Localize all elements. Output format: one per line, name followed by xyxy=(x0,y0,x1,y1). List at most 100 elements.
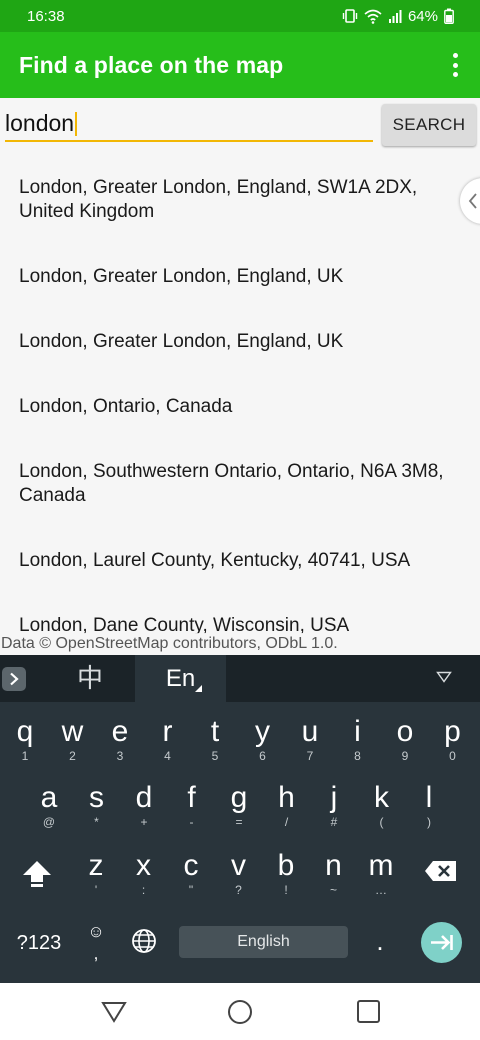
search-row: SEARCH xyxy=(0,98,480,156)
key-r[interactable]: r4 xyxy=(145,711,191,771)
emoji-key[interactable]: ☺ , xyxy=(82,921,110,965)
key-v[interactable]: v? xyxy=(216,845,262,905)
enter-key[interactable] xyxy=(421,922,462,963)
key-label: n xyxy=(325,849,342,882)
list-item[interactable]: London, Greater London, England, SW1A 2D… xyxy=(19,176,449,224)
key-t[interactable]: t5 xyxy=(192,711,238,771)
symbols-key[interactable]: ?123 xyxy=(12,925,66,961)
search-input[interactable] xyxy=(5,106,373,142)
key-label: b xyxy=(277,849,295,882)
chevron-left-icon xyxy=(468,193,477,209)
key-w[interactable]: w2 xyxy=(50,711,96,771)
key-sublabel: 8 xyxy=(354,749,361,763)
key-sublabel: " xyxy=(188,883,194,897)
list-item[interactable]: London, Laurel County, Kentucky, 40741, … xyxy=(19,549,449,573)
key-label: a xyxy=(40,781,58,814)
key-sublabel: : xyxy=(141,883,146,897)
key-sublabel: 4 xyxy=(164,749,171,763)
shift-key[interactable] xyxy=(20,858,56,894)
nav-back-button[interactable] xyxy=(101,1000,127,1024)
period-key[interactable]: . xyxy=(366,923,394,959)
key-sublabel: / xyxy=(284,815,289,829)
language-chinese-tab[interactable]: 中 xyxy=(66,655,114,702)
key-label: z xyxy=(88,849,104,882)
key-m[interactable]: m… xyxy=(358,845,404,905)
key-sublabel: 3 xyxy=(116,749,124,763)
key-p[interactable]: p0 xyxy=(430,711,476,771)
key-n[interactable]: n ~ xyxy=(311,845,357,905)
key-q[interactable]: q1 xyxy=(2,711,48,771)
back-triangle-icon xyxy=(101,1002,127,1023)
nav-home-button[interactable] xyxy=(228,1000,252,1024)
enter-arrow-icon xyxy=(431,935,453,950)
key-a[interactable]: a @ xyxy=(26,777,72,837)
list-item[interactable]: London, Southwestern Ontario, Ontario, N… xyxy=(19,460,449,508)
language-key[interactable] xyxy=(131,928,157,954)
key-d[interactable]: d + xyxy=(121,777,167,837)
list-item[interactable]: London, Dane County, Wisconsin, USA xyxy=(19,614,449,634)
key-sublabel: ) xyxy=(427,815,431,829)
key-label: t xyxy=(210,715,220,748)
list-item[interactable]: London, Ontario, Canada xyxy=(19,395,449,419)
key-label: m xyxy=(368,849,394,882)
language-english-tab[interactable]: En xyxy=(135,655,226,702)
key-sublabel: - xyxy=(189,815,194,829)
key-b[interactable]: b! xyxy=(263,845,309,905)
text-caret xyxy=(75,112,77,136)
key-h[interactable]: h / xyxy=(264,777,310,837)
nav-recents-button[interactable] xyxy=(357,1000,380,1023)
key-sublabel: ( xyxy=(379,815,384,829)
list-item[interactable]: London, Greater London, England, UK xyxy=(19,265,449,289)
key-label: o xyxy=(396,715,414,748)
key-sublabel: 7 xyxy=(306,749,314,763)
key-sublabel: 6 xyxy=(259,749,266,763)
key-label: c xyxy=(183,849,199,882)
overflow-menu-icon[interactable] xyxy=(448,53,462,77)
wifi-icon xyxy=(364,9,382,24)
key-y[interactable]: y6 xyxy=(240,711,286,771)
key-sublabel: * xyxy=(94,815,99,829)
key-o[interactable]: o9 xyxy=(382,711,428,771)
screen: 16:38 64% Find a place on the map london… xyxy=(0,0,480,1040)
backspace-key[interactable] xyxy=(424,859,460,889)
space-key[interactable]: English xyxy=(179,926,348,958)
page-title: Find a place on the map xyxy=(19,51,284,78)
key-sublabel: … xyxy=(375,883,387,897)
key-label: v xyxy=(231,849,246,882)
vibrate-icon xyxy=(342,9,358,23)
key-label: x xyxy=(136,849,151,882)
key-f[interactable]: f- xyxy=(169,777,215,837)
key-label: g xyxy=(230,781,248,814)
key-s[interactable]: s * xyxy=(74,777,120,837)
key-l[interactable]: l) xyxy=(406,777,452,837)
key-j[interactable]: j # xyxy=(311,777,357,837)
key-u[interactable]: u7 xyxy=(287,711,333,771)
battery-icon xyxy=(444,8,454,24)
key-label: w xyxy=(61,715,84,748)
key-x[interactable]: x: xyxy=(121,845,167,905)
key-c[interactable]: c " xyxy=(168,845,214,905)
key-label: r xyxy=(162,715,173,748)
key-i[interactable]: i8 xyxy=(335,711,381,771)
key-label: u xyxy=(301,715,319,748)
key-label: k xyxy=(374,781,389,814)
keyboard: 中 En q1w2e3r4t5y6u7i8o9p0 a @ s * d + f - g = h / j #… xyxy=(0,655,480,983)
triangle-down-icon xyxy=(436,671,452,683)
language-english-label: En xyxy=(165,665,196,692)
key-label: y xyxy=(255,715,270,748)
expand-toolbar-button[interactable] xyxy=(2,667,26,691)
key-label: s xyxy=(89,781,104,814)
search-button[interactable]: SEARCH xyxy=(382,104,476,146)
hide-keyboard-button[interactable] xyxy=(432,665,456,689)
key-label: q xyxy=(16,715,34,748)
key-g[interactable]: g = xyxy=(216,777,262,837)
key-sublabel: = xyxy=(235,815,243,829)
key-k[interactable]: k( xyxy=(359,777,405,837)
key-sublabel: ' xyxy=(94,883,98,897)
key-sublabel: 2 xyxy=(69,749,76,763)
key-sublabel: 5 xyxy=(211,749,219,763)
key-e[interactable]: e3 xyxy=(97,711,143,771)
key-label: h xyxy=(278,781,295,814)
list-item[interactable]: London, Greater London, England, UK xyxy=(19,330,449,354)
key-z[interactable]: z ' xyxy=(73,845,119,905)
